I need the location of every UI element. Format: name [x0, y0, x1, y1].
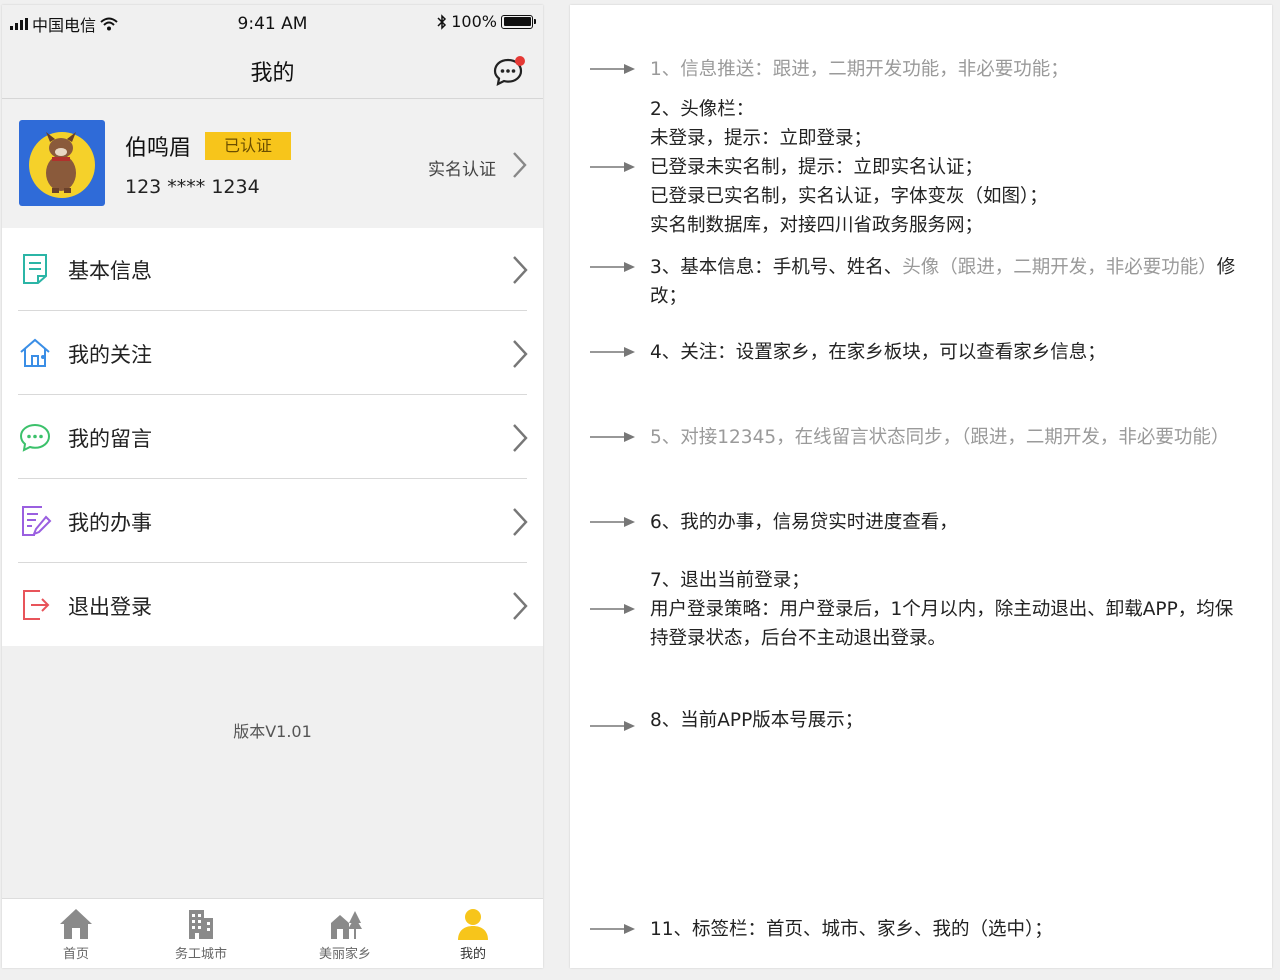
verified-badge: 已认证: [205, 132, 291, 160]
arrow-right-icon: [590, 721, 635, 731]
chevron-right-icon: [513, 152, 527, 178]
edit-list-icon: [22, 506, 52, 536]
tab-label: 务工城市: [174, 947, 227, 962]
logout-icon: [23, 590, 50, 620]
menu-item-my-messages[interactable]: 我的留言: [2, 396, 543, 479]
tab-label: 美丽家乡: [318, 947, 371, 962]
note-part: 3、基本信息：手机号、姓名、: [650, 257, 903, 278]
menu-item-label: 我的关注: [68, 343, 152, 367]
status-right: 100%: [437, 12, 536, 31]
chevron-right-icon: [513, 424, 528, 452]
note-part-grey: 头像（跟进，二期开发，非必要功能）: [902, 257, 1217, 278]
nav-bar: 我的: [2, 41, 543, 99]
arrow-right-icon: [590, 432, 635, 442]
note-line: 已登录已实名制，实名认证，字体变灰（如图）；: [650, 186, 1048, 207]
note-line: 未登录，提示：立即登录；: [650, 128, 873, 149]
note-line: 已登录未实名制，提示：立即实名认证；: [650, 157, 984, 178]
building-icon: [189, 910, 213, 939]
divider: [18, 394, 527, 395]
arrow-right-icon: [590, 262, 635, 272]
dog-avatar-icon: [29, 132, 95, 198]
menu-item-my-follow[interactable]: 我的关注: [2, 312, 543, 395]
battery-icon: [501, 14, 536, 29]
note-line: 7、退出当前登录；: [650, 570, 810, 591]
note-text: 7、退出当前登录； 用户登录策略：用户登录后，1个月以内，除主动退出、卸载APP…: [650, 566, 1250, 653]
note-text: 8、当前APP版本号展示；: [650, 710, 864, 731]
arrow-right-icon: [590, 162, 635, 172]
document-icon: [23, 254, 47, 284]
page-title: 我的: [250, 61, 295, 86]
arrow-right-icon: [590, 347, 635, 357]
chevron-right-icon: [513, 340, 528, 368]
note-text: 4、关注：设置家乡，在家乡板块，可以查看家乡信息；: [650, 342, 1106, 363]
note-line: 用户登录策略：用户登录后，1个月以内，除主动退出、卸载APP，均保持登录状态，后…: [650, 599, 1234, 649]
tab-bar: 首页 务工城市 美丽家乡 我的: [2, 898, 543, 968]
tab-home[interactable]: 首页: [26, 899, 126, 968]
arrow-right-icon: [590, 517, 635, 527]
app-version: 版本V1.01: [233, 722, 312, 741]
tab-label: 首页: [62, 947, 89, 962]
real-name-verify-link[interactable]: 实名认证: [428, 155, 496, 180]
menu-item-logout[interactable]: 退出登录: [2, 564, 543, 647]
chat-icon: [19, 423, 51, 452]
user-name: 伯鸣眉: [125, 136, 192, 161]
note-text: 6、我的办事，信易贷实时进度查看，: [650, 512, 958, 533]
divider: [18, 478, 527, 479]
note-line: 实名制数据库，对接四川省政务服务网；: [650, 215, 984, 236]
house-icon: [20, 338, 50, 367]
note-text: 5、对接12345，在线留言状态同步，（跟进，二期开发，非必要功能）: [650, 427, 1230, 448]
chevron-right-icon: [513, 256, 528, 284]
user-phone: 123 **** 1234: [125, 176, 260, 198]
arrow-right-icon: [590, 604, 635, 614]
home-icon: [60, 909, 92, 939]
annotation-panel: 1、信息推送：跟进，二期开发功能，非必要功能； 2、头像栏： 未登录，提示：立即…: [570, 5, 1272, 968]
tab-beautiful-hometown[interactable]: 美丽家乡: [295, 899, 395, 968]
note-text: 1、信息推送：跟进，二期开发功能，非必要功能；: [650, 59, 1069, 80]
chevron-right-icon: [513, 508, 528, 536]
bluetooth-icon: [437, 13, 447, 30]
arrow-right-icon: [590, 64, 635, 74]
menu-item-my-affairs[interactable]: 我的办事: [2, 480, 543, 563]
menu-item-basic-info[interactable]: 基本信息: [2, 228, 543, 311]
menu-item-label: 基本信息: [68, 259, 152, 283]
message-notification-icon[interactable]: [492, 55, 526, 87]
arrow-right-icon: [590, 924, 635, 934]
user-icon: [458, 909, 488, 940]
tab-label: 我的: [459, 947, 486, 962]
profile-card[interactable]: 伯鸣眉 已认证 123 **** 1234 实名认证: [2, 100, 543, 228]
village-icon: [331, 911, 362, 939]
note-line: 2、头像栏：: [650, 99, 755, 120]
note-text: 2、头像栏： 未登录，提示：立即登录； 已登录未实名制，提示：立即实名认证； 已…: [650, 95, 1250, 240]
menu-item-label: 退出登录: [68, 595, 152, 619]
tab-mine[interactable]: 我的: [423, 899, 523, 968]
menu-item-label: 我的留言: [68, 427, 152, 451]
chevron-right-icon: [513, 592, 528, 620]
menu-list: 基本信息 我的关注 我的留言 我的办事 退出登录: [2, 228, 543, 646]
battery-percent: 100%: [451, 12, 497, 31]
tab-work-city[interactable]: 务工城市: [151, 899, 251, 968]
note-text: 11、标签栏：首页、城市、家乡、我的（选中）；: [650, 919, 1053, 940]
avatar[interactable]: [19, 120, 105, 206]
menu-item-label: 我的办事: [68, 511, 152, 535]
phone-screen: 中国电信 9:41 AM 100% 我的 伯鸣眉 已认证 123 **** 12…: [2, 5, 543, 968]
status-bar: 中国电信 9:41 AM 100%: [2, 5, 543, 41]
note-text: 3、基本信息：手机号、姓名、头像（跟进，二期开发，非必要功能）修改；: [650, 253, 1250, 311]
divider: [18, 310, 527, 311]
divider: [18, 562, 527, 563]
